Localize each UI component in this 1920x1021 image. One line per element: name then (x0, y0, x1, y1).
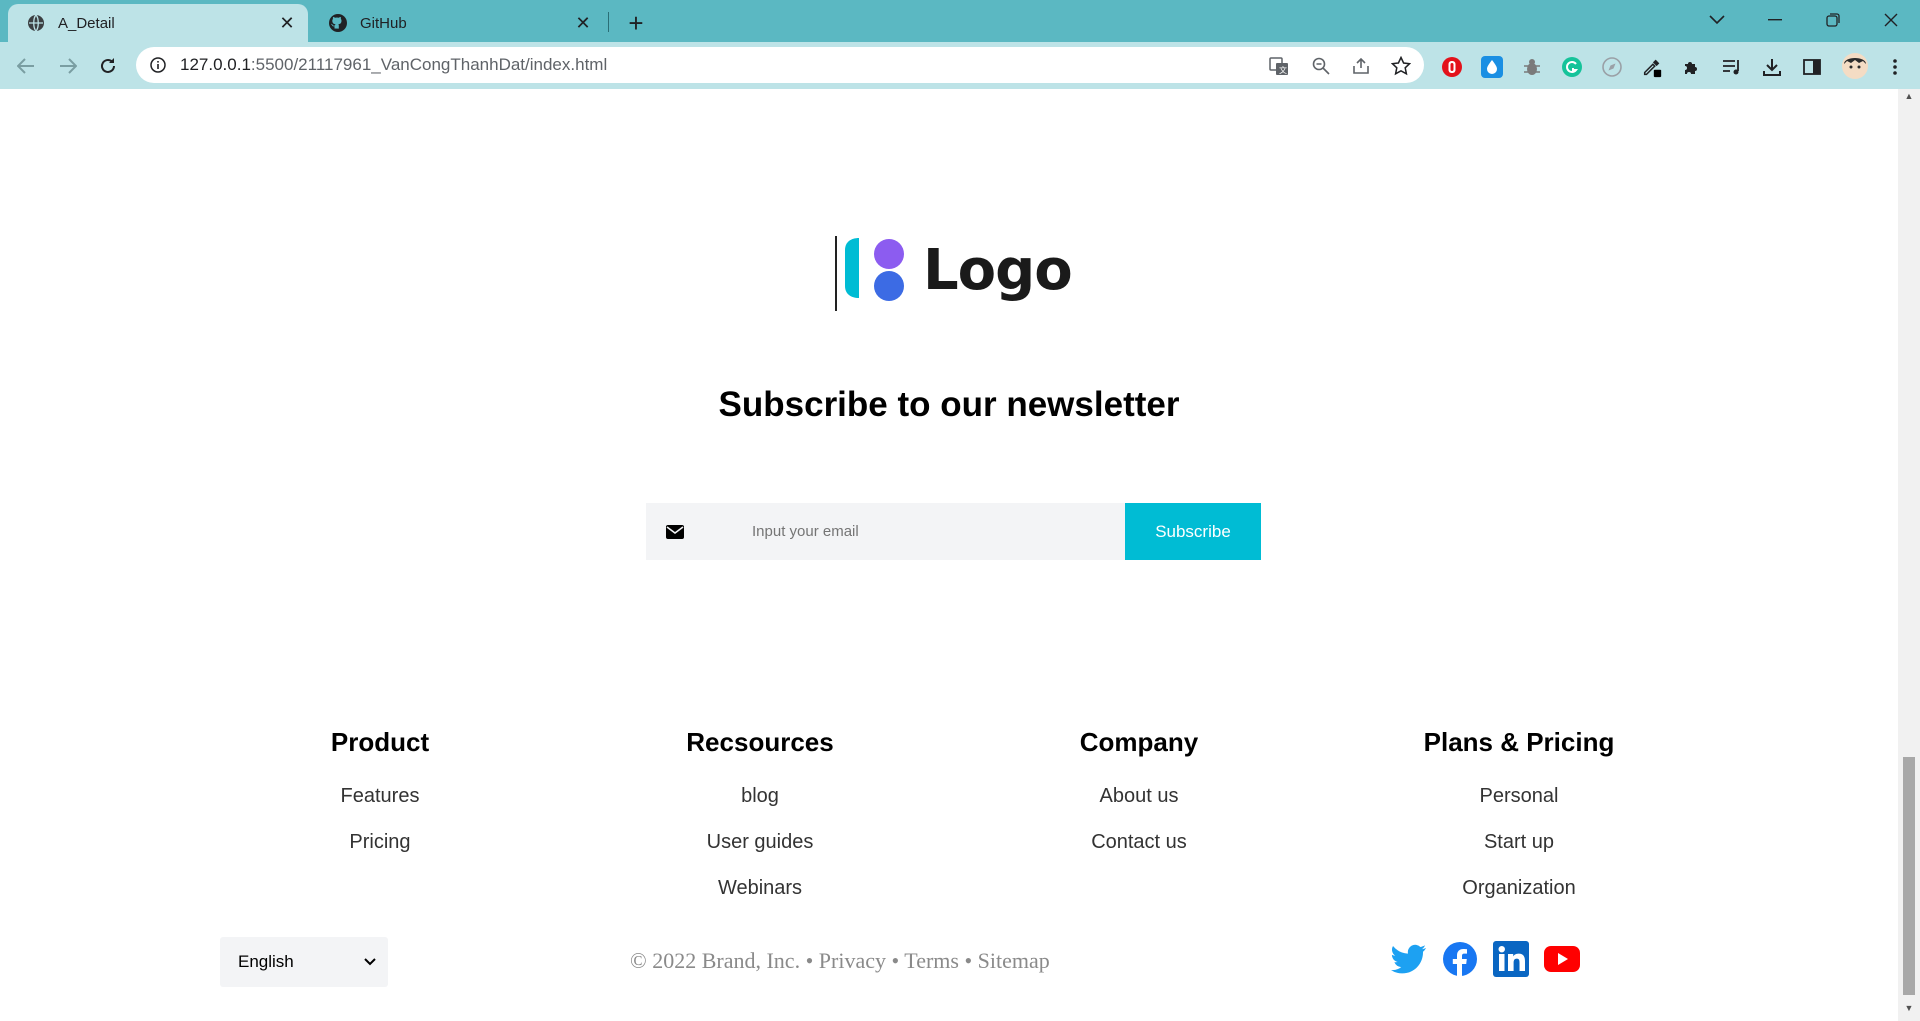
reload-icon[interactable] (92, 50, 124, 82)
terms-link[interactable]: Terms (904, 948, 959, 973)
copyright-text: © 2022 Brand, Inc. (630, 948, 801, 973)
footer-heading: Company (1079, 727, 1199, 757)
minimize-icon[interactable] (1752, 4, 1798, 36)
subscribe-button[interactable]: Subscribe (1125, 503, 1261, 560)
compass-extension-icon[interactable] (1601, 56, 1623, 78)
logo-text: Logo (923, 238, 1073, 303)
extensions-puzzle-icon[interactable] (1681, 56, 1703, 78)
footer-link-user-guides[interactable]: User guides (610, 819, 910, 865)
footer-column-product: Product Features Pricing (230, 727, 530, 865)
forward-arrow-icon[interactable] (52, 50, 84, 82)
separator-dot: • (805, 948, 814, 973)
footer-column-resources: Recsources blog User guides Webinars (610, 727, 910, 911)
close-window-icon[interactable] (1868, 4, 1914, 36)
footer-link-personal[interactable]: Personal (1369, 773, 1669, 819)
new-tab-button[interactable]: + (622, 8, 650, 38)
download-icon[interactable] (1761, 56, 1783, 78)
separator-dot: • (891, 948, 900, 973)
profile-avatar[interactable] (1841, 52, 1869, 80)
scroll-up-arrow-icon[interactable]: ▲ (1904, 91, 1914, 101)
tab-github[interactable]: GitHub ✕ (310, 4, 604, 42)
email-input[interactable] (752, 523, 1052, 540)
footer-link-about-us[interactable]: About us (989, 773, 1289, 819)
tab-title: A_Detail (58, 14, 115, 32)
scrollbar-thumb[interactable] (1903, 757, 1915, 995)
sitemap-link[interactable]: Sitemap (978, 948, 1050, 973)
translate-icon[interactable]: 文 (1268, 55, 1290, 77)
close-tab-icon[interactable]: ✕ (276, 12, 298, 34)
footer-link-start-up[interactable]: Start up (1369, 819, 1669, 865)
brand-logo[interactable]: Logo (835, 236, 1073, 311)
language-value: English (238, 952, 294, 971)
svg-text:文: 文 (1279, 65, 1287, 75)
globe-icon (26, 13, 46, 33)
address-bar[interactable]: 127.0.0.1:5500/21117961_VanCongThanhDat/… (136, 47, 1424, 83)
separator-dot: • (964, 948, 973, 973)
copyright-line: © 2022 Brand, Inc. • Privacy • Terms • S… (630, 948, 1050, 974)
bookmark-star-icon[interactable] (1390, 55, 1412, 77)
browser-toolbar: 127.0.0.1:5500/21117961_VanCongThanhDat/… (0, 42, 1920, 89)
grammarly-extension-icon[interactable] (1561, 56, 1583, 78)
chevron-down-icon (364, 958, 376, 966)
media-control-icon[interactable] (1721, 56, 1743, 78)
browser-tab-bar: A_Detail ✕ GitHub ✕ + (0, 0, 1920, 42)
scroll-down-arrow-icon[interactable]: ▼ (1904, 1003, 1914, 1013)
close-tab-icon[interactable]: ✕ (572, 12, 594, 34)
footer-link-webinars[interactable]: Webinars (610, 865, 910, 911)
email-field[interactable] (646, 503, 1125, 560)
share-icon[interactable] (1350, 55, 1372, 77)
url-text: 127.0.0.1:5500/21117961_VanCongThanhDat/… (180, 55, 607, 75)
side-panel-icon[interactable] (1801, 56, 1823, 78)
footer-link-pricing[interactable]: Pricing (230, 819, 530, 865)
eyedropper-extension-icon[interactable] (1641, 56, 1663, 78)
footer-link-features[interactable]: Features (230, 773, 530, 819)
footer-heading: Recsources (686, 727, 834, 757)
github-icon (328, 13, 348, 33)
droplet-extension-icon[interactable] (1481, 56, 1503, 78)
mail-icon (666, 524, 684, 539)
page-viewport: Logo Subscribe to our newsletter Subscri… (0, 89, 1898, 1021)
tab-a-detail[interactable]: A_Detail ✕ (8, 4, 308, 42)
newsletter-title: Subscribe to our newsletter (718, 385, 1180, 424)
page-scrollbar[interactable]: ▲ ▼ (1898, 89, 1920, 1021)
footer-link-blog[interactable]: blog (610, 773, 910, 819)
linkedin-icon[interactable] (1493, 941, 1529, 977)
browser-menu-icon[interactable] (1884, 56, 1906, 78)
language-select[interactable]: English (220, 937, 388, 987)
footer-heading: Product (330, 727, 430, 757)
privacy-link[interactable]: Privacy (819, 948, 886, 973)
twitter-icon[interactable] (1391, 941, 1427, 977)
bug-extension-icon[interactable] (1521, 56, 1543, 78)
footer-link-organization[interactable]: Organization (1369, 865, 1669, 911)
zoom-out-icon[interactable] (1310, 55, 1332, 77)
url-path: :5500/21117961_VanCongThanhDat/index.htm… (250, 55, 608, 74)
footer-column-plans-pricing: Plans & Pricing Personal Start up Organi… (1369, 727, 1669, 911)
tab-search-chevron-icon[interactable] (1694, 4, 1740, 36)
footer-column-company: Company About us Contact us (989, 727, 1289, 865)
tab-separator (608, 12, 609, 32)
back-arrow-icon[interactable] (10, 50, 42, 82)
site-info-icon[interactable] (148, 55, 168, 75)
subscribe-form: Subscribe (646, 503, 1261, 560)
tab-title: GitHub (360, 14, 407, 32)
facebook-icon[interactable] (1442, 941, 1478, 977)
youtube-icon[interactable] (1544, 941, 1580, 977)
url-host: 127.0.0.1 (180, 55, 251, 74)
adblock-extension-icon[interactable] (1441, 56, 1463, 78)
logo-mark-icon (835, 236, 904, 311)
footer-heading: Plans & Pricing (1423, 727, 1615, 757)
footer-link-contact-us[interactable]: Contact us (989, 819, 1289, 865)
restore-icon[interactable] (1810, 4, 1856, 36)
